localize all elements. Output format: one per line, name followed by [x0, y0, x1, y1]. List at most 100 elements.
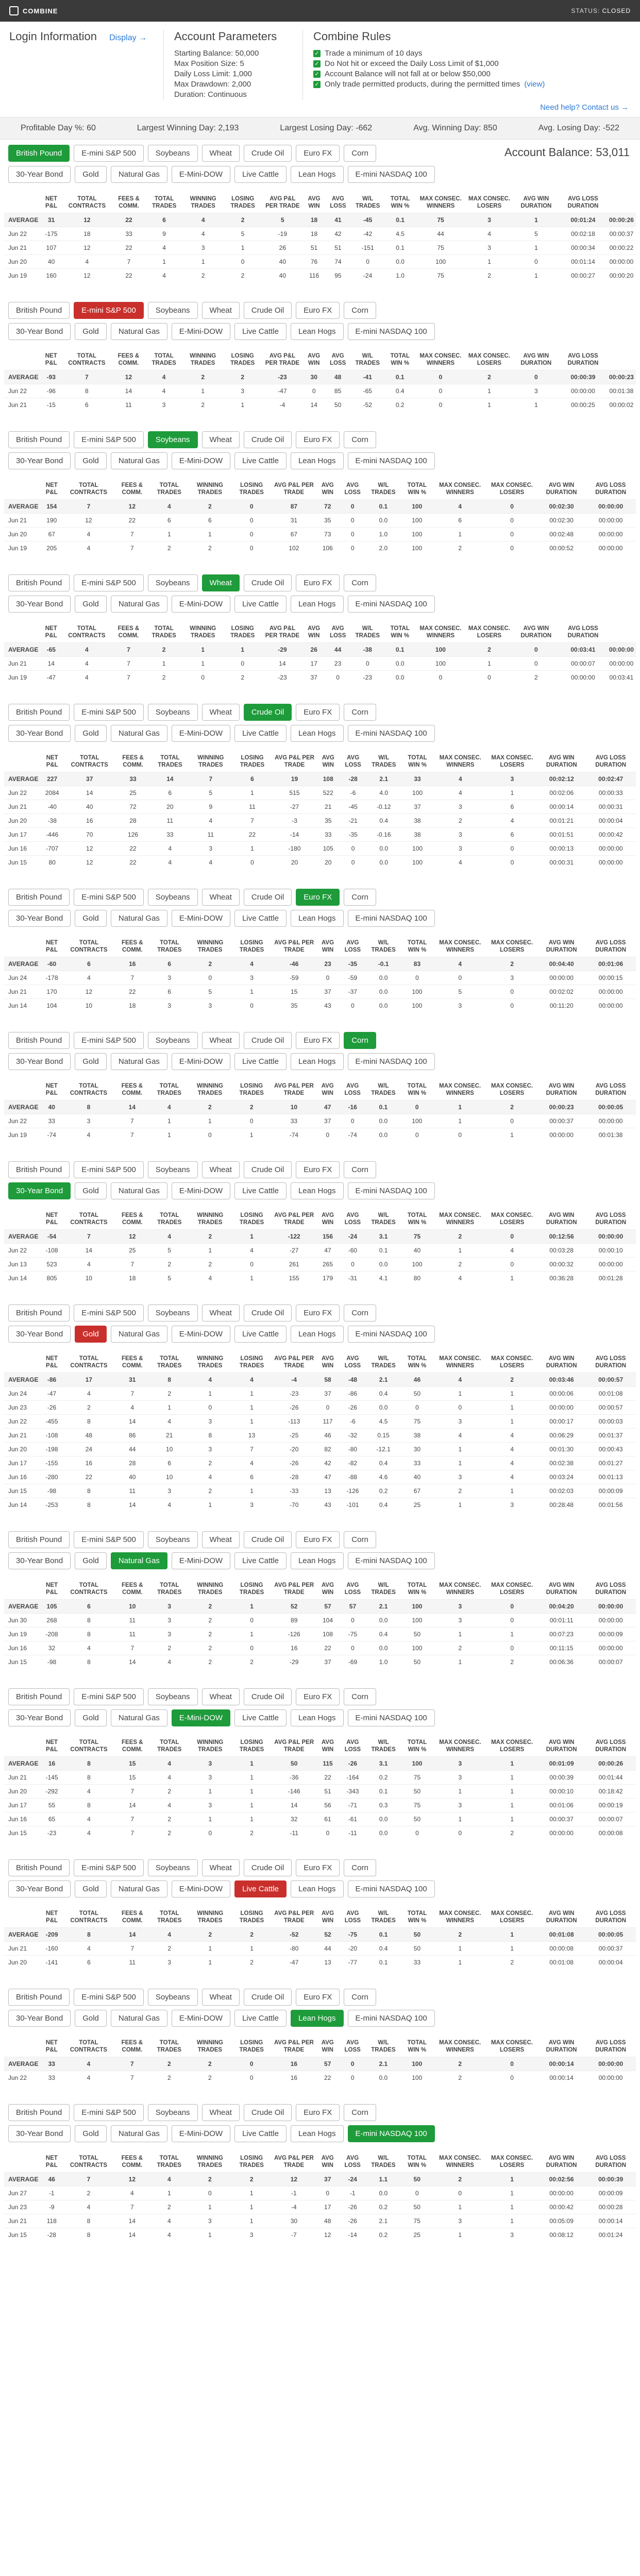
product-button-e-mini-s-p-500[interactable]: E-mini S&P 500: [74, 1531, 144, 1548]
product-button-natural-gas[interactable]: Natural Gas: [110, 1053, 167, 1070]
product-button-live-cattle[interactable]: Live Cattle: [234, 1552, 287, 1569]
product-button-crude-oil[interactable]: Crude Oil: [243, 574, 292, 591]
product-button-e-mini-s-p-500[interactable]: E-mini S&P 500: [74, 889, 144, 906]
product-button-soybeans[interactable]: Soybeans: [147, 1688, 198, 1705]
product-button-30-year-bond[interactable]: 30-Year Bond: [8, 1053, 71, 1070]
product-button-e-mini-s-p-500[interactable]: E-mini S&P 500: [74, 1032, 144, 1049]
product-button-live-cattle[interactable]: Live Cattle: [234, 323, 287, 340]
display-link[interactable]: Display →: [109, 33, 147, 42]
product-button-wheat[interactable]: Wheat: [201, 889, 240, 906]
product-button-e-mini-s-p-500[interactable]: E-mini S&P 500: [74, 704, 144, 721]
product-button-crude-oil[interactable]: Crude Oil: [243, 1161, 292, 1178]
product-button-30-year-bond[interactable]: 30-Year Bond: [8, 323, 71, 340]
product-button-wheat[interactable]: Wheat: [201, 1989, 240, 2006]
product-button-e-mini-dow[interactable]: E-Mini-DOW: [171, 1053, 231, 1070]
product-button-e-mini-nasdaq-100[interactable]: E-mini NASDAQ 100: [347, 1880, 435, 1897]
product-button-30-year-bond[interactable]: 30-Year Bond: [8, 910, 71, 927]
product-button-crude-oil[interactable]: Crude Oil: [243, 1531, 292, 1548]
product-button-e-mini-dow[interactable]: E-Mini-DOW: [171, 323, 231, 340]
product-button-soybeans[interactable]: Soybeans: [147, 431, 198, 448]
product-button-corn[interactable]: Corn: [344, 1688, 376, 1705]
product-button-e-mini-dow[interactable]: E-Mini-DOW: [171, 1880, 231, 1897]
product-button-wheat[interactable]: Wheat: [201, 704, 240, 721]
product-button-e-mini-s-p-500[interactable]: E-mini S&P 500: [74, 1161, 144, 1178]
product-button-e-mini-dow[interactable]: E-Mini-DOW: [171, 1709, 231, 1726]
product-button-lean-hogs[interactable]: Lean Hogs: [290, 323, 344, 340]
product-button-e-mini-s-p-500[interactable]: E-mini S&P 500: [74, 2104, 144, 2121]
product-button-lean-hogs[interactable]: Lean Hogs: [290, 596, 344, 613]
product-button-natural-gas[interactable]: Natural Gas: [110, 1326, 167, 1343]
product-button-lean-hogs[interactable]: Lean Hogs: [290, 1880, 344, 1897]
product-button-corn[interactable]: Corn: [344, 2104, 376, 2121]
product-button-wheat[interactable]: Wheat: [201, 1161, 240, 1178]
product-button-e-mini-s-p-500[interactable]: E-mini S&P 500: [74, 1304, 144, 1321]
product-button-corn[interactable]: Corn: [344, 889, 376, 906]
product-button-british-pound[interactable]: British Pound: [8, 574, 70, 591]
product-button-live-cattle[interactable]: Live Cattle: [234, 725, 287, 742]
help-link[interactable]: Need help? Contact us →: [0, 103, 640, 117]
product-button-euro-fx[interactable]: Euro FX: [296, 1161, 340, 1178]
product-button-e-mini-nasdaq-100[interactable]: E-mini NASDAQ 100: [347, 2125, 435, 2142]
product-button-e-mini-dow[interactable]: E-Mini-DOW: [171, 725, 231, 742]
product-button-corn[interactable]: Corn: [344, 1989, 376, 2006]
product-button-corn[interactable]: Corn: [344, 1859, 376, 1876]
product-button-e-mini-nasdaq-100[interactable]: E-mini NASDAQ 100: [347, 323, 435, 340]
product-button-soybeans[interactable]: Soybeans: [147, 1032, 198, 1049]
product-button-lean-hogs[interactable]: Lean Hogs: [290, 1053, 344, 1070]
product-button-soybeans[interactable]: Soybeans: [147, 1859, 198, 1876]
product-button-british-pound[interactable]: British Pound: [8, 1531, 70, 1548]
product-button-gold[interactable]: Gold: [75, 2010, 107, 2027]
product-button-corn[interactable]: Corn: [344, 431, 376, 448]
product-button-euro-fx[interactable]: Euro FX: [296, 1688, 340, 1705]
product-button-crude-oil[interactable]: Crude Oil: [243, 704, 292, 721]
product-button-euro-fx[interactable]: Euro FX: [296, 302, 340, 319]
product-button-e-mini-dow[interactable]: E-Mini-DOW: [171, 2010, 231, 2027]
product-button-soybeans[interactable]: Soybeans: [147, 574, 198, 591]
product-button-corn[interactable]: Corn: [344, 1531, 376, 1548]
rules-view-link[interactable]: (view): [524, 79, 545, 90]
product-button-live-cattle[interactable]: Live Cattle: [234, 452, 287, 469]
product-button-euro-fx[interactable]: Euro FX: [296, 431, 340, 448]
product-button-soybeans[interactable]: Soybeans: [147, 1304, 198, 1321]
product-button-gold[interactable]: Gold: [75, 323, 107, 340]
product-button-e-mini-s-p-500[interactable]: E-mini S&P 500: [74, 431, 144, 448]
product-button-live-cattle[interactable]: Live Cattle: [234, 910, 287, 927]
product-button-soybeans[interactable]: Soybeans: [147, 1531, 198, 1548]
product-button-e-mini-dow[interactable]: E-Mini-DOW: [171, 166, 231, 183]
product-button-natural-gas[interactable]: Natural Gas: [110, 452, 167, 469]
product-button-gold[interactable]: Gold: [75, 725, 107, 742]
product-button-british-pound[interactable]: British Pound: [8, 1304, 70, 1321]
product-button-crude-oil[interactable]: Crude Oil: [243, 1304, 292, 1321]
product-button-e-mini-nasdaq-100[interactable]: E-mini NASDAQ 100: [347, 1552, 435, 1569]
product-button-lean-hogs[interactable]: Lean Hogs: [290, 1326, 344, 1343]
product-button-soybeans[interactable]: Soybeans: [147, 889, 198, 906]
product-button-e-mini-nasdaq-100[interactable]: E-mini NASDAQ 100: [347, 1326, 435, 1343]
product-button-30-year-bond[interactable]: 30-Year Bond: [8, 596, 71, 613]
product-button-gold[interactable]: Gold: [75, 1552, 107, 1569]
product-button-euro-fx[interactable]: Euro FX: [296, 2104, 340, 2121]
product-button-e-mini-dow[interactable]: E-Mini-DOW: [171, 452, 231, 469]
product-button-crude-oil[interactable]: Crude Oil: [243, 889, 292, 906]
product-button-lean-hogs[interactable]: Lean Hogs: [290, 2125, 344, 2142]
product-button-natural-gas[interactable]: Natural Gas: [110, 596, 167, 613]
product-button-e-mini-dow[interactable]: E-Mini-DOW: [171, 910, 231, 927]
product-button-30-year-bond[interactable]: 30-Year Bond: [8, 1552, 71, 1569]
product-button-live-cattle[interactable]: Live Cattle: [234, 1053, 287, 1070]
product-button-live-cattle[interactable]: Live Cattle: [234, 2125, 287, 2142]
product-button-gold[interactable]: Gold: [75, 452, 107, 469]
product-button-30-year-bond[interactable]: 30-Year Bond: [8, 1880, 71, 1897]
product-button-british-pound[interactable]: British Pound: [8, 431, 70, 448]
product-button-e-mini-s-p-500[interactable]: E-mini S&P 500: [74, 574, 144, 591]
product-button-e-mini-s-p-500[interactable]: E-mini S&P 500: [74, 1688, 144, 1705]
product-button-soybeans[interactable]: Soybeans: [147, 1989, 198, 2006]
product-button-30-year-bond[interactable]: 30-Year Bond: [8, 2010, 71, 2027]
product-button-e-mini-nasdaq-100[interactable]: E-mini NASDAQ 100: [347, 166, 435, 183]
product-button-euro-fx[interactable]: Euro FX: [296, 889, 340, 906]
product-button-natural-gas[interactable]: Natural Gas: [110, 910, 167, 927]
product-button-lean-hogs[interactable]: Lean Hogs: [290, 1552, 344, 1569]
product-button-crude-oil[interactable]: Crude Oil: [243, 1859, 292, 1876]
product-button-30-year-bond[interactable]: 30-Year Bond: [8, 2125, 71, 2142]
product-button-natural-gas[interactable]: Natural Gas: [110, 1182, 167, 1199]
product-button-crude-oil[interactable]: Crude Oil: [243, 1032, 292, 1049]
product-button-british-pound[interactable]: British Pound: [8, 889, 70, 906]
